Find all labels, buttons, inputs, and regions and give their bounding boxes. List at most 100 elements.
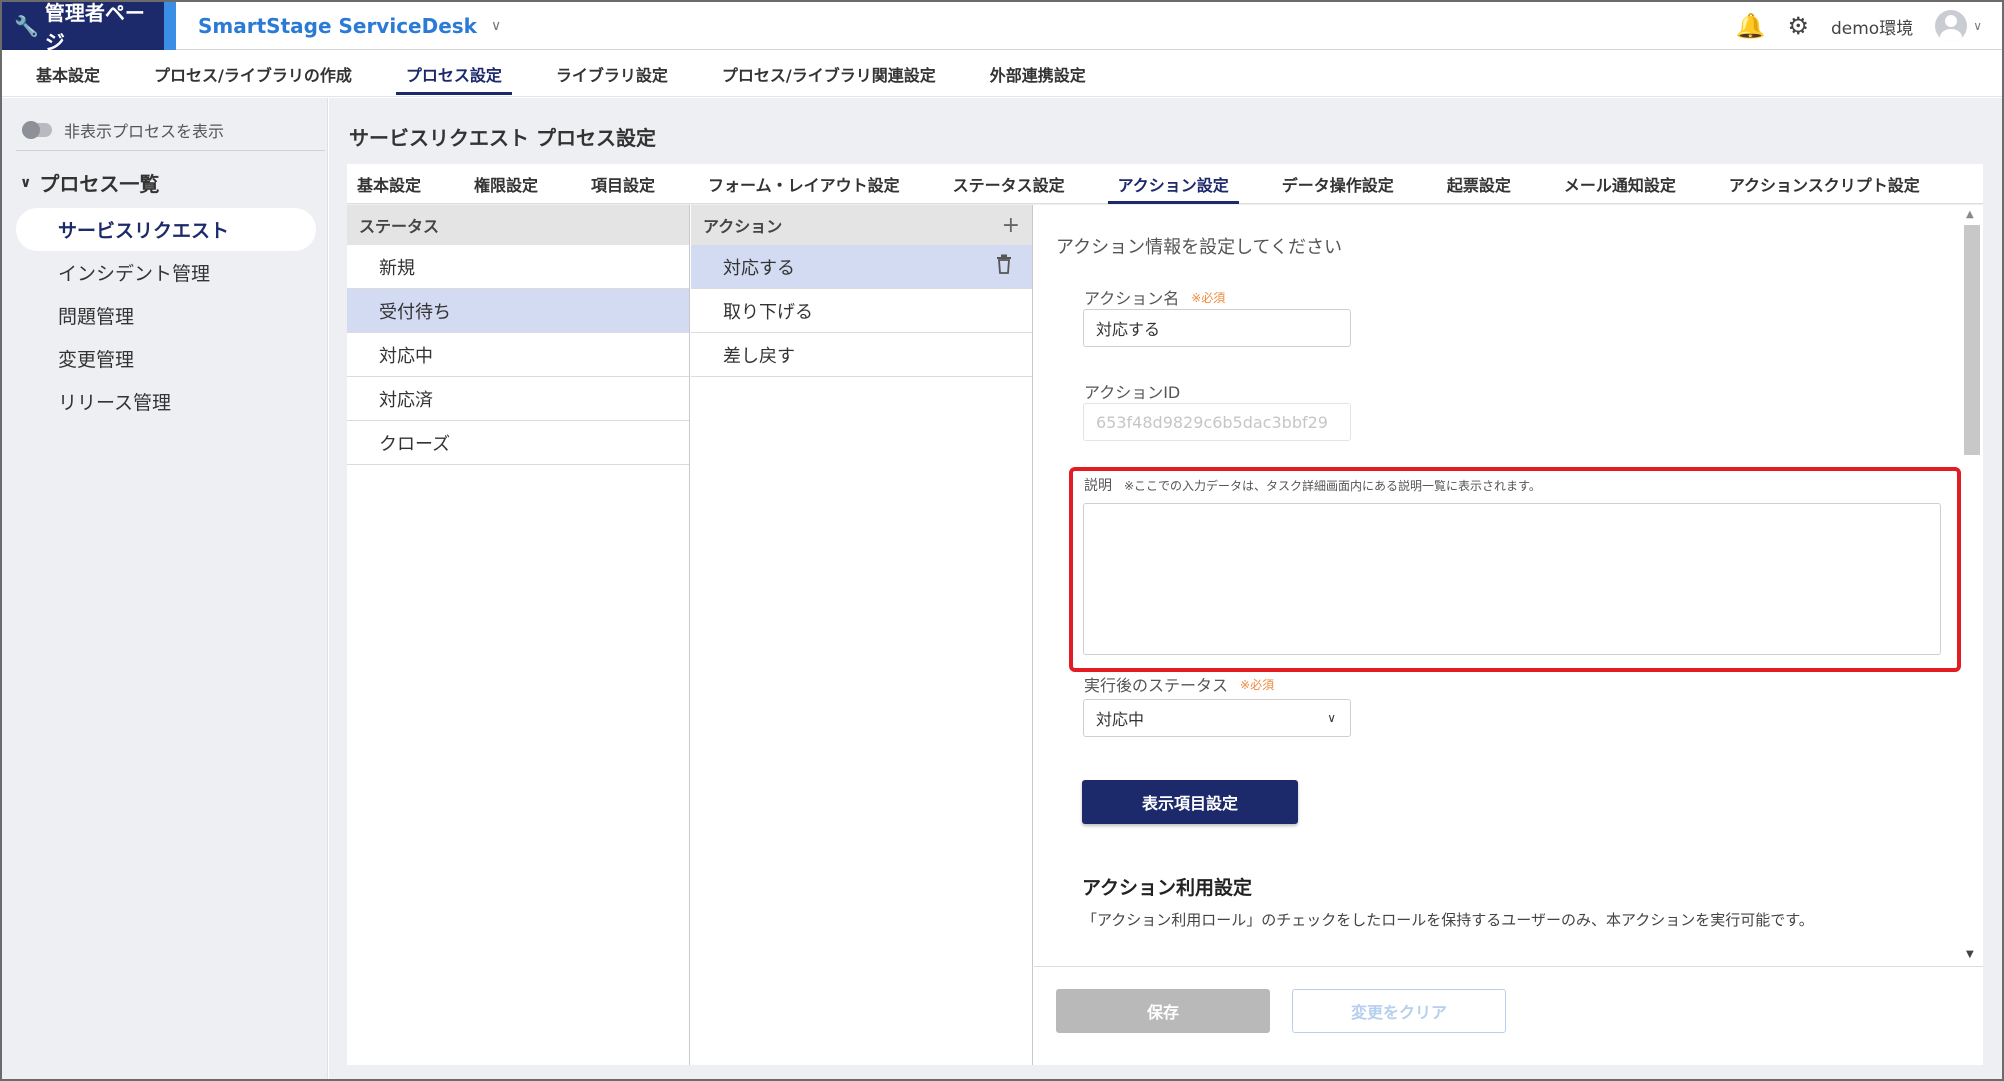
header-actions: 🔔 ⚙ demo環境 ∨ — [1736, 2, 1982, 50]
action-row-label: 取り下げる — [723, 301, 813, 323]
sidebar-item-release-management[interactable]: リリース管理 — [16, 380, 316, 423]
clear-changes-button[interactable]: 変更をクリア — [1292, 989, 1506, 1033]
chevron-down-icon: ∨ — [1327, 711, 1336, 725]
action-row[interactable]: 対応する — [691, 245, 1032, 289]
show-hidden-processes-toggle[interactable] — [22, 121, 52, 139]
action-column-title: アクション — [703, 217, 783, 236]
admin-page-badge[interactable]: 🔧 管理者ページ — [2, 2, 164, 54]
chevron-down-icon: ∨ — [20, 174, 32, 191]
status-row-label: 新規 — [379, 257, 415, 279]
sidebar-item-problem-management[interactable]: 問題管理 — [16, 294, 316, 337]
description-label: 説明 — [1084, 478, 1112, 494]
action-usage-section-desc: 「アクション利用ロール」のチェックをしたロールを保持するユーザーのみ、本アクショ… — [1082, 911, 1814, 929]
top-header: 🔧 管理者ページ SmartStage ServiceDesk ∨ 🔔 ⚙ de… — [2, 2, 2002, 54]
avatar — [1935, 10, 1968, 42]
sidebar-item-incident-management[interactable]: インシデント管理 — [16, 251, 316, 294]
scroll-up-arrow-icon[interactable]: ▲ — [1966, 209, 1974, 220]
wrench-icon: 🔧 — [14, 14, 39, 38]
action-row-label: 差し戻す — [723, 345, 795, 367]
status-row-label: クローズ — [379, 433, 451, 455]
nav-tab-library-settings[interactable]: ライブラリ設定 — [536, 51, 688, 97]
action-detail-scroll-area: アクション情報を設定してください アクション名 ※必須 対応する アクションID… — [1034, 205, 1954, 965]
description-note: ※ここでの入力データは、タスク詳細画面内にある説明一覧に表示されます。 — [1124, 478, 1541, 493]
action-id-input: 653f48d9829c6b5dac3bbf29 — [1083, 403, 1351, 441]
nav-tab-process-settings[interactable]: プロセス設定 — [386, 51, 522, 97]
status-row-label: 受付待ち — [379, 301, 451, 323]
process-list-title: プロセス一覧 — [39, 172, 160, 196]
add-action-plus-icon[interactable]: + — [1002, 213, 1020, 238]
app-switcher[interactable]: SmartStage ServiceDesk ∨ — [198, 2, 501, 50]
tab-ticket-creation-settings[interactable]: 起票設定 — [1437, 164, 1521, 204]
status-row[interactable]: 受付待ち — [347, 289, 689, 333]
tab-form-layout-settings[interactable]: フォーム・レイアウト設定 — [698, 164, 910, 204]
action-name-label-row: アクション名 ※必須 — [1084, 285, 1225, 309]
post-status-label-row: 実行後のステータス ※必須 — [1084, 672, 1274, 696]
nav-tab-process-library-relations[interactable]: プロセス/ライブラリ関連設定 — [702, 51, 956, 97]
action-id-label-row: アクションID — [1084, 379, 1180, 403]
show-hidden-processes-toggle-row: 非表示プロセスを表示 — [22, 118, 224, 142]
gear-icon[interactable]: ⚙ — [1787, 14, 1809, 38]
action-id-label: アクションID — [1084, 383, 1181, 402]
required-mark: ※必須 — [1240, 677, 1275, 692]
bell-icon[interactable]: 🔔 — [1736, 14, 1766, 38]
tab-permission-settings[interactable]: 権限設定 — [464, 164, 548, 204]
status-column-title: ステータス — [359, 217, 440, 236]
trash-icon[interactable] — [996, 254, 1012, 279]
status-row[interactable]: 対応中 — [347, 333, 689, 377]
description-label-row: 説明 ※ここでの入力データは、タスク詳細画面内にある説明一覧に表示されます。 — [1084, 475, 1541, 495]
sidebar-divider — [16, 150, 325, 151]
post-status-select[interactable]: 対応中 ∨ — [1083, 699, 1351, 737]
tab-field-settings[interactable]: 項目設定 — [581, 164, 665, 204]
status-row[interactable]: 新規 — [347, 245, 689, 289]
action-usage-section-title: アクション利用設定 — [1082, 877, 1253, 899]
status-row[interactable]: クローズ — [347, 421, 689, 465]
required-mark: ※必須 — [1191, 290, 1226, 305]
nav-tab-create-process-library[interactable]: プロセス/ライブラリの作成 — [134, 51, 372, 97]
settings-sub-tabs: 基本設定 権限設定 項目設定 フォーム・レイアウト設定 ステータス設定 アクショ… — [347, 164, 1983, 204]
detail-heading: アクション情報を設定してください — [1056, 237, 1343, 258]
status-column-header: ステータス — [347, 205, 689, 245]
sidebar: 非表示プロセスを表示 ∨ プロセス一覧 サービスリクエスト インシデント管理 問… — [2, 98, 328, 1079]
status-row[interactable]: 対応済 — [347, 377, 689, 421]
action-column: アクション + 対応する 取り下げる 差し戻す — [691, 205, 1033, 1065]
badge-accent-stripe — [164, 2, 176, 50]
tab-action-settings[interactable]: アクション設定 — [1107, 164, 1240, 204]
action-row[interactable]: 差し戻す — [691, 333, 1032, 377]
main-nav: 基本設定 プロセス/ライブラリの作成 プロセス設定 ライブラリ設定 プロセス/ラ… — [2, 51, 2002, 97]
action-column-header: アクション + — [691, 205, 1032, 245]
description-textarea[interactable] — [1083, 503, 1941, 655]
environment-label: demo環境 — [1830, 18, 1914, 39]
action-row[interactable]: 取り下げる — [691, 289, 1032, 333]
save-button[interactable]: 保存 — [1056, 989, 1270, 1033]
sidebar-item-service-request[interactable]: サービスリクエスト — [16, 208, 316, 251]
chevron-down-icon: ∨ — [1973, 19, 1982, 33]
tab-basic-settings[interactable]: 基本設定 — [347, 164, 431, 204]
tab-mail-notification-settings[interactable]: メール通知設定 — [1554, 164, 1686, 204]
tab-data-operation-settings[interactable]: データ操作設定 — [1272, 164, 1404, 204]
display-items-settings-button[interactable]: 表示項目設定 — [1082, 780, 1298, 824]
status-column: ステータス 新規 受付待ち 対応中 対応済 クローズ — [347, 205, 690, 1065]
nav-tab-external-integration[interactable]: 外部連携設定 — [970, 51, 1106, 97]
action-row-label: 対応する — [723, 257, 795, 279]
app-name-label: SmartStage ServiceDesk — [198, 14, 477, 38]
detail-scrollbar-thumb[interactable] — [1964, 225, 1980, 455]
action-settings-panel: ステータス 新規 受付待ち 対応中 対応済 クローズ アクション + 対応する — [347, 205, 1983, 1065]
sidebar-item-change-management[interactable]: 変更管理 — [16, 337, 316, 380]
show-hidden-processes-label: 非表示プロセスを表示 — [64, 122, 225, 141]
chevron-down-icon: ∨ — [490, 18, 502, 34]
process-list-header[interactable]: ∨ プロセス一覧 — [20, 168, 159, 197]
post-status-label: 実行後のステータス — [1084, 676, 1229, 695]
app-window: 🔧 管理者ページ SmartStage ServiceDesk ∨ 🔔 ⚙ de… — [0, 0, 2004, 1081]
main-content: サービスリクエスト プロセス設定 基本設定 権限設定 項目設定 フォーム・レイア… — [329, 98, 2002, 1079]
nav-tab-basic-settings[interactable]: 基本設定 — [16, 51, 120, 97]
scroll-down-arrow-icon[interactable]: ▼ — [1966, 949, 1974, 960]
tab-action-script-settings[interactable]: アクションスクリプト設定 — [1719, 164, 1930, 204]
action-name-input[interactable]: 対応する — [1083, 309, 1351, 347]
post-status-value: 対応中 — [1096, 710, 1145, 729]
action-name-label: アクション名 — [1084, 289, 1180, 308]
page-title: サービスリクエスト プロセス設定 — [349, 126, 656, 150]
tab-status-settings[interactable]: ステータス設定 — [943, 164, 1075, 204]
process-list: サービスリクエスト インシデント管理 問題管理 変更管理 リリース管理 — [16, 208, 316, 423]
user-menu[interactable]: ∨ — [1935, 10, 1982, 42]
detail-footer: 保存 変更をクリア — [1034, 966, 1983, 1065]
